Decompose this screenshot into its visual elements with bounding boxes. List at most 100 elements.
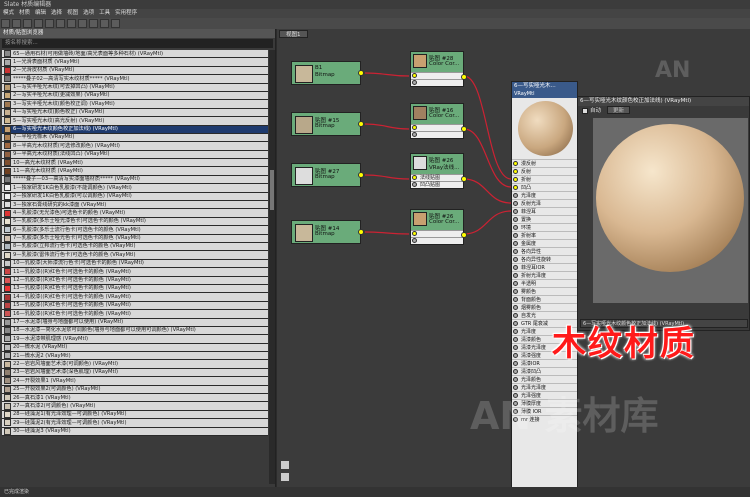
- delete-icon[interactable]: [34, 19, 43, 28]
- input-socket[interactable]: [513, 257, 518, 262]
- input-socket[interactable]: [513, 209, 518, 214]
- vray-slot[interactable]: 半透明: [512, 279, 577, 287]
- update-button[interactable]: 更新: [607, 106, 631, 114]
- input-socket[interactable]: [513, 337, 518, 342]
- zoom-tool-icon[interactable]: [23, 19, 32, 28]
- node-colorcorrect-26[interactable]: 贴图 #26 Color Cor...: [410, 209, 467, 245]
- input-socket[interactable]: [513, 321, 518, 326]
- vray-slot[interactable]: 凹凸: [512, 183, 577, 191]
- menu-item[interactable]: 模式: [3, 10, 14, 16]
- vray-slot[interactable]: 各向异性旋转: [512, 255, 577, 263]
- hide-unused-icon[interactable]: [56, 19, 65, 28]
- input-socket[interactable]: [513, 345, 518, 350]
- input-socket[interactable]: [513, 249, 518, 254]
- node-colorcorrect-28[interactable]: 贴图 #28 Color Cor...: [410, 51, 467, 87]
- vray-slot[interactable]: 菲涅耳: [512, 207, 577, 215]
- node-bitmap-b1[interactable]: B1 Bitmap: [291, 61, 364, 85]
- node-vraynormal-26[interactable]: 贴图 #26 VRay法线... 法线贴图 凹凸贴图: [410, 153, 467, 189]
- vray-slot[interactable]: 反射光泽: [512, 199, 577, 207]
- input-socket[interactable]: [513, 369, 518, 374]
- vray-slot[interactable]: 各向异性: [512, 247, 577, 255]
- vray-slot[interactable]: 烟雾颜色: [512, 303, 577, 311]
- node-slot[interactable]: [411, 72, 463, 79]
- vray-slot[interactable]: 折射率: [512, 231, 577, 239]
- output-socket[interactable]: [358, 172, 364, 178]
- menu-item[interactable]: 选择: [51, 10, 62, 16]
- input-socket[interactable]: [513, 241, 518, 246]
- output-socket[interactable]: [358, 121, 364, 127]
- input-socket[interactable]: [513, 265, 518, 270]
- input-socket[interactable]: [412, 182, 417, 187]
- menu-item[interactable]: 实用程序: [115, 10, 137, 16]
- pan-tool-icon[interactable]: [12, 19, 21, 28]
- node-slot[interactable]: [411, 237, 463, 244]
- output-socket[interactable]: [358, 70, 364, 76]
- layout-children-icon[interactable]: [78, 19, 87, 28]
- vray-slot[interactable]: 折射: [512, 175, 577, 183]
- node-slot[interactable]: [411, 230, 463, 237]
- output-socket[interactable]: [461, 74, 467, 80]
- menu-item[interactable]: 视图: [67, 10, 78, 16]
- input-socket[interactable]: [412, 73, 417, 78]
- vray-slot[interactable]: 菲涅耳IOR: [512, 263, 577, 271]
- layout-all-icon[interactable]: [67, 19, 76, 28]
- list-scrollbar[interactable]: [269, 50, 275, 484]
- menu-item[interactable]: 选项: [83, 10, 94, 16]
- input-socket[interactable]: [513, 361, 518, 366]
- input-socket[interactable]: [513, 329, 518, 334]
- output-socket[interactable]: [461, 176, 467, 182]
- node-bitmap-14[interactable]: 贴图 #14 Bitmap: [291, 220, 364, 244]
- select-tool-icon[interactable]: [1, 19, 10, 28]
- search-input[interactable]: 按名称搜索...: [2, 39, 273, 48]
- list-item[interactable]: 30—硅藻泥3 (VRayMtl): [2, 427, 268, 436]
- input-socket[interactable]: [412, 231, 417, 236]
- show-background-icon[interactable]: [111, 19, 120, 28]
- node-bitmap-27[interactable]: 贴图 #27 Bitmap: [291, 163, 364, 187]
- vray-slot[interactable]: 雾颜色: [512, 287, 577, 295]
- vray-slot[interactable]: 环境: [512, 223, 577, 231]
- input-socket[interactable]: [412, 175, 417, 180]
- input-socket[interactable]: [412, 80, 417, 85]
- vray-slot[interactable]: 光泽颜色: [512, 375, 577, 383]
- vray-slot[interactable]: 清漆凹凸: [512, 367, 577, 375]
- input-socket[interactable]: [412, 132, 417, 137]
- slot-bump-map[interactable]: 凹凸贴图: [411, 181, 463, 188]
- vray-slot[interactable]: 光泽度: [512, 191, 577, 199]
- vray-slot[interactable]: 金属度: [512, 239, 577, 247]
- node-slot[interactable]: [411, 79, 463, 86]
- input-socket[interactable]: [513, 353, 518, 358]
- vray-slot[interactable]: 背面颜色: [512, 295, 577, 303]
- input-socket[interactable]: [513, 305, 518, 310]
- output-socket[interactable]: [461, 232, 467, 238]
- input-socket[interactable]: [412, 125, 417, 130]
- input-socket[interactable]: [513, 273, 518, 278]
- vray-slot[interactable]: 置换: [512, 215, 577, 223]
- vray-slot[interactable]: 漫反射: [512, 159, 577, 167]
- input-socket[interactable]: [513, 225, 518, 230]
- input-socket[interactable]: [513, 217, 518, 222]
- navigator-icon[interactable]: [281, 473, 289, 481]
- input-socket[interactable]: [513, 313, 518, 318]
- node-colorcorrect-16[interactable]: 贴图 #16 Color Cor...: [410, 103, 467, 139]
- input-socket[interactable]: [513, 185, 518, 190]
- input-socket[interactable]: [513, 289, 518, 294]
- input-socket[interactable]: [513, 201, 518, 206]
- vray-slot[interactable]: 折射光泽度: [512, 271, 577, 279]
- input-socket[interactable]: [513, 377, 518, 382]
- input-socket[interactable]: [513, 233, 518, 238]
- input-socket[interactable]: [513, 297, 518, 302]
- output-socket[interactable]: [358, 229, 364, 235]
- input-socket[interactable]: [412, 238, 417, 243]
- input-socket[interactable]: [513, 177, 518, 182]
- input-socket[interactable]: [513, 193, 518, 198]
- material-navigator-icon[interactable]: [89, 19, 98, 28]
- auto-checkbox[interactable]: [582, 107, 588, 114]
- node-bitmap-15[interactable]: 贴图 #15 Bitmap: [291, 112, 364, 136]
- input-socket[interactable]: [513, 281, 518, 286]
- show-map-icon[interactable]: [100, 19, 109, 28]
- vray-slot[interactable]: 反射: [512, 167, 577, 175]
- scrollbar-thumb[interactable]: [270, 170, 274, 210]
- node-slot[interactable]: [411, 124, 463, 131]
- menu-item[interactable]: 工具: [99, 10, 110, 16]
- slot-normal-map[interactable]: 法线贴图: [411, 174, 463, 181]
